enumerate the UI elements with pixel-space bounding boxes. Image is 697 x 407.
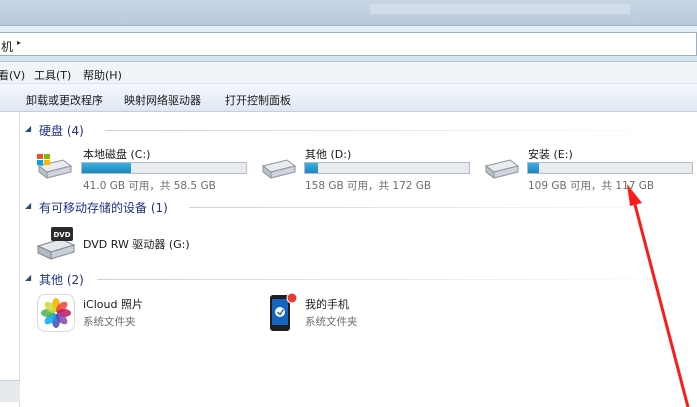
open-control-panel-button[interactable]: 打开控制面板 [225,92,291,108]
drive-usage-fill [305,163,319,173]
drive-tile-e[interactable]: 安装 (E:) 109 GB 可用，共 117 GB [482,146,697,192]
drive-name: 其他 (D:) [305,148,352,161]
hard-drive-icon [484,159,520,179]
group-divider [105,130,695,131]
drive-name: 本地磁盘 (C:) [83,148,151,161]
dvd-drive-icon: DVD [36,227,76,260]
group-header-other[interactable]: ◢ 其他 (2) [25,271,695,287]
collapse-triangle-icon[interactable]: ◢ [25,201,31,210]
group-title-removable: 有可移动存储的设备 (1) [39,201,168,215]
collapse-triangle-icon[interactable]: ◢ [25,124,31,133]
drive-usage-bar [304,162,470,174]
drive-free-space: 158 GB 可用，共 172 GB [305,180,432,192]
uninstall-program-button[interactable]: 卸载或更改程序 [26,92,103,108]
dvd-drive-tile[interactable]: DVD DVD RW 驱动器 (G:) [35,222,275,266]
navigation-pane-scrollbar[interactable] [0,380,20,402]
group-header-hard-disks[interactable]: ◢ 硬盘 (4) [25,122,695,138]
dvd-drive-name: DVD RW 驱动器 (G:) [83,238,190,251]
address-bar[interactable]: 机 ▸ [0,32,697,56]
icloud-photos-name: iCloud 照片 [83,298,143,311]
menu-help[interactable]: 帮助(H) [83,67,122,83]
drive-usage-fill [82,163,132,173]
drive-tile-c[interactable]: 本地磁盘 (C:) 41.0 GB 可用，共 58.5 GB [35,146,250,192]
group-divider [189,207,695,208]
menu-bar: 看(V) 工具(T) 帮助(H) [0,62,697,84]
breadcrumb-computer[interactable]: 机 [1,38,13,55]
window-title-bar [0,0,697,26]
menu-tools[interactable]: 工具(T) [34,67,71,83]
drive-free-space: 41.0 GB 可用，共 58.5 GB [83,180,216,192]
content-area: ◢ 硬盘 (4) 本地磁盘 (C:) 41.0 GB 可用，共 58.5 GB … [21,112,697,407]
map-network-drive-button[interactable]: 映射网络驱动器 [124,92,201,108]
group-header-removable[interactable]: ◢ 有可移动存储的设备 (1) [25,199,695,215]
drive-usage-bar [527,162,693,174]
command-bar: 卸载或更改程序 映射网络驱动器 打开控制面板 [0,84,697,112]
group-divider [97,279,695,280]
icloud-photos-tile[interactable]: iCloud 照片 系统文件夹 [37,294,257,338]
drive-usage-bar [81,162,247,174]
my-phone-type: 系统文件夹 [305,316,358,328]
svg-text:DVD: DVD [53,231,70,239]
my-phone-tile[interactable]: 我的手机 系统文件夹 [265,292,485,338]
address-bar-row: 机 ▸ [0,26,697,62]
group-title-hard-disks: 硬盘 (4) [39,124,84,138]
drive-name: 安装 (E:) [528,148,573,161]
drive-usage-fill [528,163,540,173]
breadcrumb-chevron-icon[interactable]: ▸ [17,38,21,47]
hard-drive-icon [261,159,297,179]
collapse-triangle-icon[interactable]: ◢ [25,273,31,282]
drive-free-space: 109 GB 可用，共 117 GB [528,180,655,192]
icloud-photos-icon [37,294,75,332]
icloud-photos-type: 系统文件夹 [83,316,136,328]
navigation-pane[interactable] [0,112,20,407]
title-bar-highlight [370,4,630,14]
windows-drive-icon [37,154,73,179]
phone-icon [270,292,298,331]
drive-tile-d[interactable]: 其他 (D:) 158 GB 可用，共 172 GB [259,146,474,192]
menu-view[interactable]: 看(V) [0,67,25,83]
group-title-other: 其他 (2) [39,273,84,287]
my-phone-name: 我的手机 [305,298,349,311]
